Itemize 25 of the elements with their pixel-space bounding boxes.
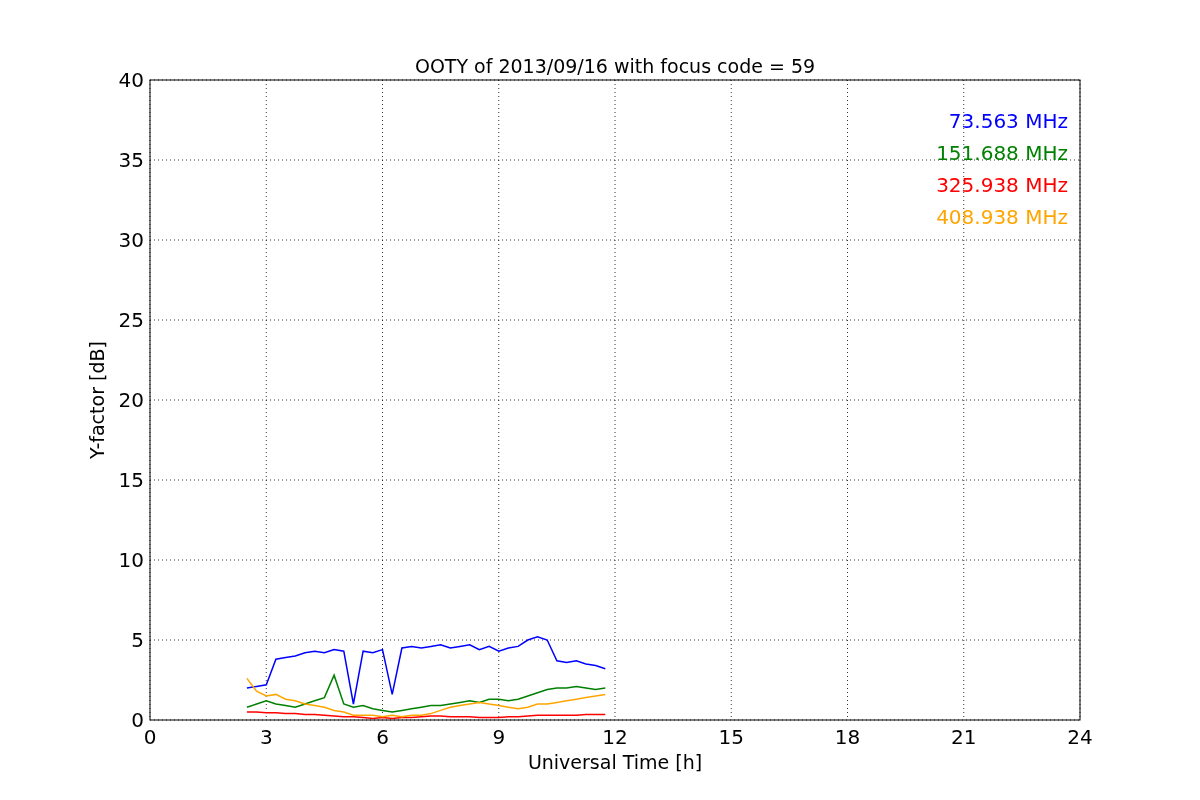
chart-title: OOTY of 2013/09/16 with focus code = 59 (414, 55, 816, 77)
x-axis-label: Universal Time [h] (527, 751, 703, 773)
legend-label: 408.938 MHz (936, 205, 1068, 229)
y-tick-label: 40 (118, 68, 144, 92)
y-tick-label: 35 (118, 148, 144, 172)
x-tick-label: 18 (834, 725, 861, 749)
legend-label: 325.938 MHz (936, 173, 1068, 197)
x-tick-label: 3 (259, 725, 273, 749)
x-tick-label: 6 (376, 725, 389, 749)
y-tick-label: 0 (131, 708, 144, 732)
y-tick-label: 25 (118, 308, 144, 332)
y-tick-label: 30 (118, 228, 144, 252)
x-tick-label: 15 (718, 725, 744, 749)
y-tick-label: 5 (131, 628, 144, 652)
x-tick-label: 21 (951, 725, 977, 749)
x-tick-label: 12 (602, 725, 628, 749)
x-tick-label: 24 (1067, 725, 1093, 749)
y-tick-label: 10 (118, 548, 144, 572)
legend-label: 151.688 MHz (936, 141, 1068, 165)
y-axis-label: Y-factor [dB] (86, 341, 108, 459)
x-tick-label: 0 (143, 725, 157, 749)
y-tick-label: 20 (118, 388, 144, 412)
y-tick-label: 15 (118, 468, 144, 492)
x-tick-label: 9 (492, 725, 506, 749)
legend-label: 73.563 MHz (948, 109, 1068, 133)
